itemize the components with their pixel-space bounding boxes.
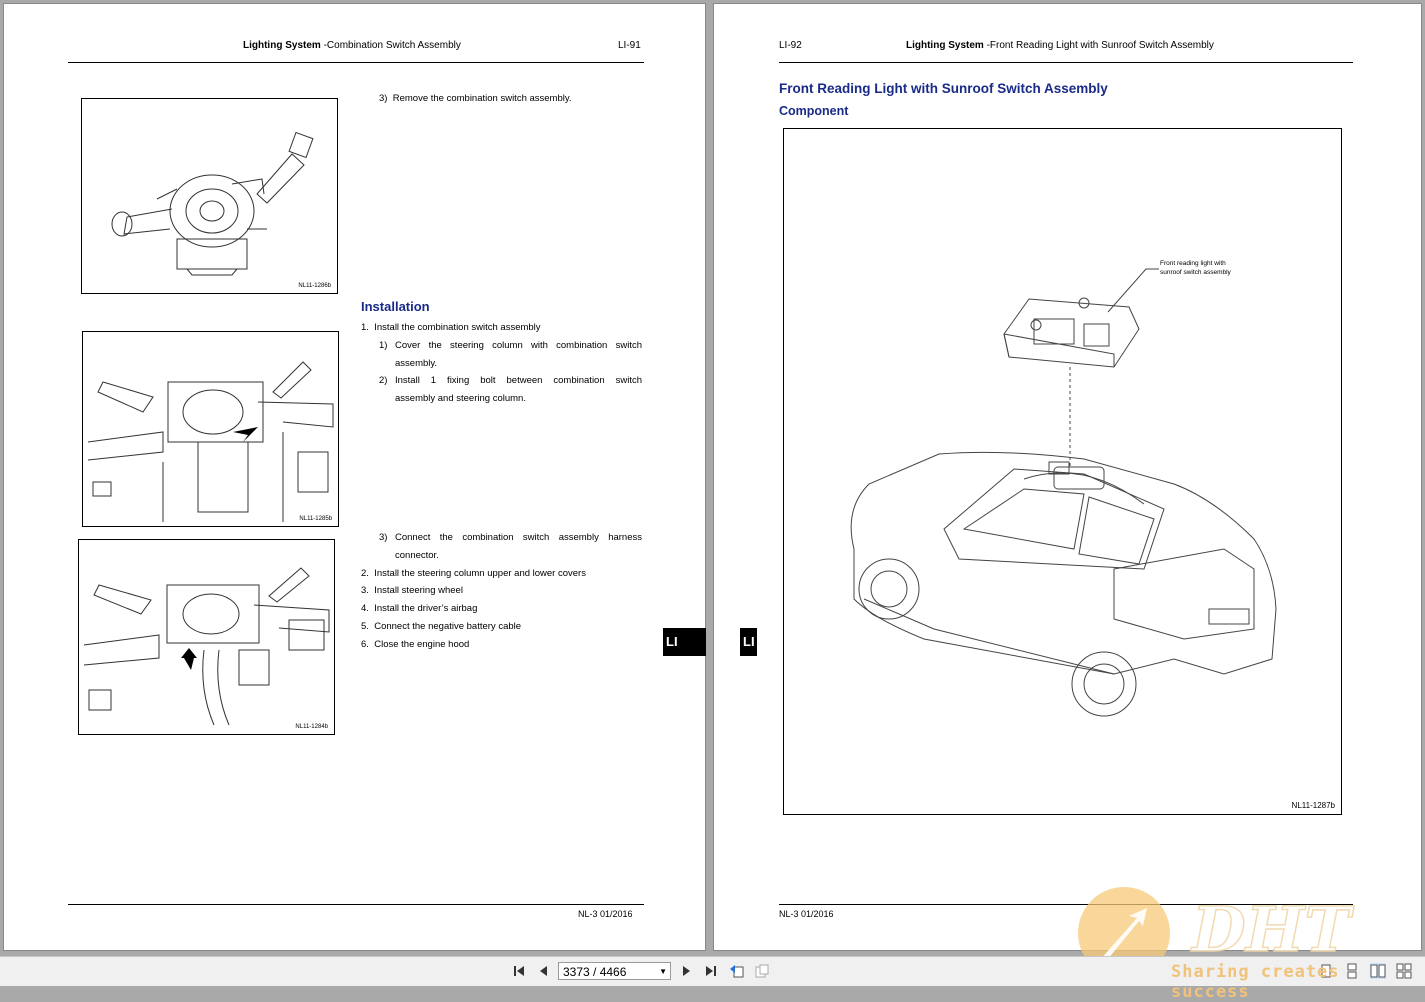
switch-bolt-figure: NL11-1285b <box>82 331 339 527</box>
removal-step-3: 3) Remove the combination switch assembl… <box>379 93 572 104</box>
section-tab-li: LI <box>740 628 757 656</box>
left-page-number: LI-91 <box>618 40 641 51</box>
install-substep-1: 1) Cover the steering column with combin… <box>379 340 642 369</box>
header-rule <box>779 62 1353 63</box>
previous-page-icon[interactable] <box>536 963 552 979</box>
component-callout: Front reading light with sunroof switch … <box>1160 260 1231 276</box>
figure-code: NL11-1287b <box>1291 801 1335 810</box>
previous-view-icon[interactable] <box>729 963 745 979</box>
section-title: Front Reading Light with Sunroof Switch … <box>779 81 1108 96</box>
figure-code: NL11-1286b <box>298 283 331 289</box>
chevron-down-icon[interactable]: ▼ <box>659 963 667 981</box>
next-page-icon[interactable] <box>678 963 694 979</box>
section-tab-li: LI <box>663 628 706 656</box>
right-header-title: Lighting System -Front Reading Light wit… <box>906 40 1214 51</box>
vehicle-component-drawing <box>850 268 1277 717</box>
section-subtitle: Component <box>779 104 849 118</box>
install-step-6: 6. Close the engine hood <box>361 639 470 650</box>
page-number-input[interactable]: 3373 / 4466 ▼ <box>558 962 671 980</box>
left-header-title: Lighting System -Combination Switch Asse… <box>243 40 461 51</box>
harness-connector-drawing <box>83 567 330 726</box>
arrow-mark <box>233 427 258 442</box>
figure-code: NL11-1285b <box>299 516 332 522</box>
footer-rule <box>779 904 1353 905</box>
last-page-icon[interactable] <box>703 963 719 979</box>
install-step-1: 1. Install the combination switch assemb… <box>361 322 541 333</box>
left-page: Lighting System -Combination Switch Asse… <box>3 3 706 951</box>
footer-rule <box>68 904 644 905</box>
right-footer: NL-3 01/2016 <box>779 909 834 919</box>
right-page: LI-92 Lighting System -Front Reading Lig… <box>713 3 1422 951</box>
reading-light-figure: Front reading light with sunroof switch … <box>783 128 1342 815</box>
install-step-5: 5. Connect the negative battery cable <box>361 621 522 632</box>
install-step-2: 2. Install the steering column upper and… <box>361 568 586 579</box>
header-rule <box>68 62 644 63</box>
next-view-icon[interactable] <box>754 963 770 979</box>
install-step-3: 3. Install steering wheel <box>361 585 463 596</box>
harness-connector-figure: NL11-1284b <box>78 539 335 735</box>
figure-code: NL11-1284b <box>295 724 328 730</box>
switch-bolt-drawing <box>87 361 334 522</box>
install-step-4: 4. Install the driver’s airbag <box>361 603 478 614</box>
combination-switch-drawing <box>111 131 314 276</box>
left-footer: NL-3 01/2016 <box>578 909 633 919</box>
combination-switch-figure: NL11-1286b <box>81 98 338 294</box>
watermark-tagline: Sharing creates success <box>1171 962 1340 1002</box>
install-substep-3: 3) Connect the combination switch assemb… <box>379 532 642 561</box>
installation-heading: Installation <box>361 299 430 314</box>
first-page-icon[interactable] <box>511 963 527 979</box>
arrow-mark <box>181 648 197 670</box>
install-substep-2: 2) Install 1 fixing bolt between combina… <box>379 375 642 404</box>
right-page-number: LI-92 <box>779 40 802 51</box>
